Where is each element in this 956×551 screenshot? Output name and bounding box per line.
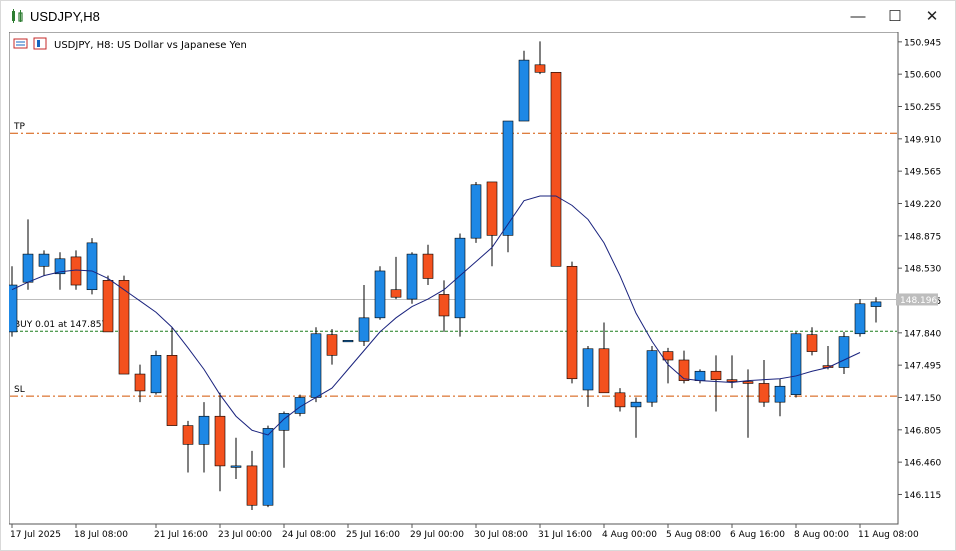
window-title: USDJPY,H8 (30, 9, 100, 24)
close-button[interactable]: ✕ (917, 4, 947, 30)
y-tick-label: 147.840 (904, 329, 941, 339)
candle-body (534, 64, 546, 73)
y-tick-label: 146.460 (904, 459, 941, 469)
candle-body (854, 303, 866, 335)
candle-body (118, 280, 130, 375)
title-bar[interactable]: USDJPY,H8 — ☐ ✕ (1, 1, 955, 32)
chart-window: USDJPY,H8 — ☐ ✕ 150.945 150.600 150.255 149… (0, 0, 956, 551)
candle-body (646, 350, 658, 403)
candle-body (390, 289, 402, 298)
x-tick-label: 21 Jul 16:00 (154, 530, 208, 540)
candle-body (454, 237, 466, 319)
candle-body (550, 71, 562, 267)
plot-frame (8, 31, 899, 525)
x-tick-label: 18 Jul 08:00 (74, 530, 128, 540)
y-tick-label: 147.495 (904, 362, 941, 372)
candle-body (518, 59, 530, 122)
x-tick-label: 24 Jul 08:00 (282, 530, 336, 540)
x-tick-label: 17 Jul 2025 (10, 530, 61, 540)
candle-body (214, 415, 226, 467)
y-tick-label: 148.530 (904, 265, 941, 275)
candle-body (470, 184, 482, 239)
chart-area[interactable]: 150.945 150.600 150.255 149.910 149.565 149.2… (6, 31, 949, 544)
y-tick-label: 150.945 (904, 38, 941, 48)
candle-body (166, 355, 178, 426)
y-tick-label: 148.875 (904, 232, 941, 242)
candle-body (294, 397, 306, 414)
y-tick-label: 146.115 (904, 491, 941, 501)
candle-body (374, 270, 386, 319)
candle-body (582, 348, 594, 391)
chart-title: USDJPY, H8: US Dollar vs Japanese Yen (54, 40, 247, 51)
candle-body (358, 317, 370, 342)
x-tick-label: 30 Jul 08:00 (474, 530, 528, 540)
x-tick-label: 5 Aug 08:00 (666, 530, 721, 540)
candle-body (438, 294, 450, 317)
candle-body (742, 381, 754, 384)
candle-body (326, 334, 338, 356)
y-tick-label: 149.910 (904, 135, 941, 145)
minimize-button[interactable]: — (843, 4, 873, 30)
candle-body (134, 373, 146, 392)
candle-body (422, 253, 434, 279)
x-tick-label: 4 Aug 00:00 (602, 530, 657, 540)
candle-body (22, 253, 34, 283)
candlestick-app-icon (12, 9, 23, 23)
candle-body (86, 242, 98, 291)
candle-body (630, 401, 642, 408)
candle-body (38, 253, 50, 267)
candle-body (678, 359, 690, 381)
candle-body (758, 383, 770, 403)
x-tick-label: 29 Jul 00:00 (410, 530, 464, 540)
candlestick-chart[interactable]: 150.945 150.600 150.255 149.910 149.565 149.2… (6, 31, 949, 544)
x-tick-label: 11 Aug 08:00 (858, 530, 919, 540)
candle-body (262, 428, 274, 506)
candle-body (246, 465, 258, 506)
candle-body (102, 280, 114, 333)
order-line-label: BUY 0.01 at 147.857 (14, 320, 107, 330)
candle-body (310, 333, 322, 398)
order-line-label: TP (13, 122, 25, 132)
candle-body (710, 370, 722, 380)
candle-body (486, 181, 498, 236)
y-tick-label: 150.600 (904, 71, 941, 81)
candle-body (726, 379, 738, 382)
candle-body (182, 425, 194, 445)
candle-body (774, 385, 786, 403)
candle-body (70, 256, 82, 286)
candle-body (870, 301, 882, 307)
candle-body (150, 355, 162, 394)
candle-body (6, 284, 18, 333)
candle-body (406, 253, 418, 300)
y-tick-label: 147.150 (904, 394, 941, 404)
x-tick-label: 23 Jul 00:00 (218, 530, 272, 540)
candle-body (806, 334, 818, 352)
x-tick-label: 25 Jul 16:00 (346, 530, 400, 540)
y-tick-label: 146.805 (904, 426, 941, 436)
current-price-label: 148.196 (900, 296, 937, 306)
x-tick-label: 8 Aug 00:00 (794, 530, 849, 540)
maximize-button[interactable]: ☐ (880, 4, 910, 30)
x-tick-label: 31 Jul 16:00 (538, 530, 592, 540)
candle-body (694, 370, 706, 381)
candle-body (342, 340, 354, 343)
candle-body (566, 265, 578, 380)
y-tick-label: 150.255 (904, 103, 941, 113)
candle-body (614, 392, 626, 408)
y-tick-label: 149.565 (904, 168, 941, 178)
candle-body (598, 348, 610, 394)
y-tick-label: 149.220 (904, 200, 941, 210)
x-tick-label: 6 Aug 16:00 (730, 530, 785, 540)
candle-body (838, 336, 850, 368)
candle-body (198, 415, 210, 445)
order-line-label: SL (14, 385, 25, 395)
candle-body (230, 465, 242, 468)
candle-body (790, 333, 802, 395)
